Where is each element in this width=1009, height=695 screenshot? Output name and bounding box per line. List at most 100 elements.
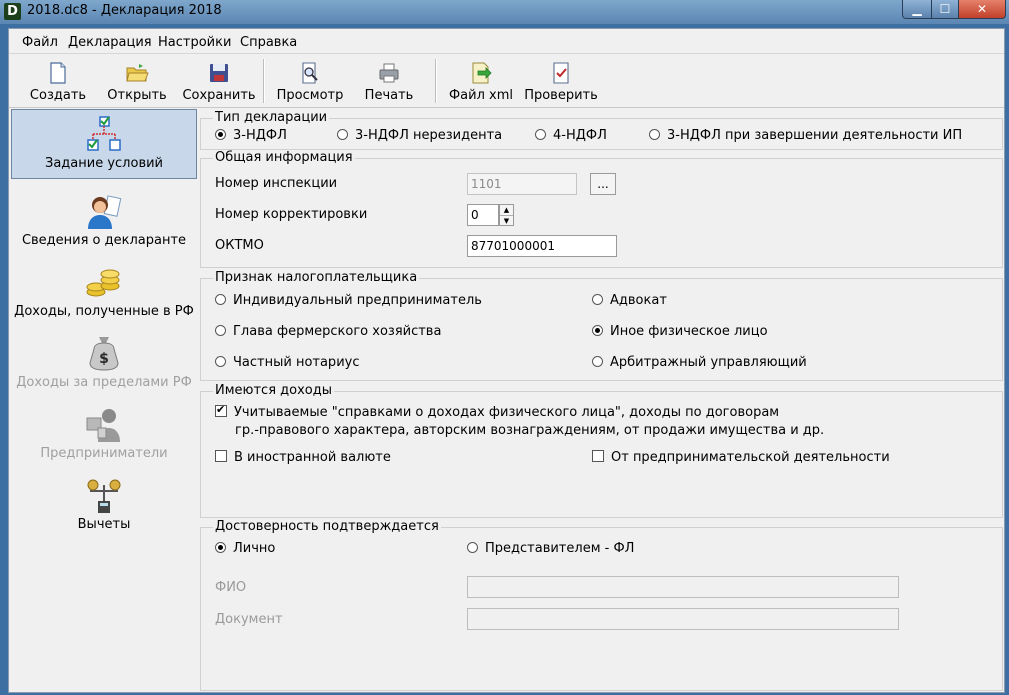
app-icon: D	[4, 3, 21, 20]
checkbox-business-income[interactable]: От предпринимательской деятельности	[592, 450, 890, 465]
nav-entrepreneurs[interactable]: Предприниматели	[11, 400, 197, 470]
print-button[interactable]: Печать	[357, 59, 421, 105]
radio-3ndfl[interactable]: 3-НДФЛ	[215, 128, 287, 143]
radio-icon	[337, 129, 348, 140]
save-button[interactable]: Сохранить	[181, 59, 257, 105]
group-title: Общая информация	[213, 150, 355, 165]
document-input	[467, 608, 899, 630]
preview-icon	[302, 62, 318, 84]
radio-individual-entrepreneur[interactable]: Индивидуальный предприниматель	[215, 293, 482, 308]
nav-income-abroad[interactable]: $ Доходы за пределами РФ	[11, 329, 197, 399]
group-title: Тип декларации	[213, 110, 330, 125]
nav-conditions[interactable]: Задание условий	[11, 109, 197, 179]
minimize-button[interactable]: ▁	[902, 0, 932, 19]
checkbox-icon	[215, 450, 227, 462]
radio-icon	[467, 542, 478, 553]
main-panel: Тип декларации 3-НДФЛ 3-НДФЛ нерезидента…	[200, 109, 1004, 692]
menu-file[interactable]: Файл	[22, 35, 58, 50]
radio-representative[interactable]: Представителем - ФЛ	[467, 541, 634, 556]
radio-4ndfl[interactable]: 4-НДФЛ	[535, 128, 607, 143]
export-xml-button[interactable]: Файл xml	[445, 59, 517, 105]
title-bar[interactable]: D 2018.dc8 - Декларация 2018	[0, 0, 1009, 24]
spin-up-icon[interactable]: ▲	[500, 205, 513, 216]
entrepreneur-icon	[86, 409, 120, 442]
group-title: Признак налогоплательщика	[213, 270, 420, 285]
menu-help[interactable]: Справка	[240, 35, 297, 50]
person-icon	[88, 195, 122, 229]
radio-selected-icon	[215, 129, 226, 140]
fio-label: ФИО	[215, 580, 247, 595]
checkbox-foreign-currency[interactable]: В иностранной валюте	[215, 450, 391, 465]
group-title: Имеются доходы	[213, 383, 334, 398]
close-button[interactable]: ✕	[958, 0, 1006, 19]
check-button[interactable]: Проверить	[523, 59, 599, 105]
checkbox-checked-icon	[215, 403, 227, 417]
radio-notary[interactable]: Частный нотариус	[215, 355, 359, 370]
radio-selected-icon	[215, 542, 226, 553]
fio-input	[467, 576, 899, 598]
radio-icon	[535, 129, 546, 140]
radio-3ndfl-ip-closing[interactable]: 3-НДФЛ при завершении деятельности ИП	[649, 128, 962, 143]
oktmo-label: ОКТМО	[215, 238, 264, 253]
correction-label: Номер корректировки	[215, 207, 368, 222]
radio-icon	[592, 294, 603, 305]
maximize-icon: ☐	[939, 2, 951, 16]
xml-export-icon	[472, 62, 492, 84]
toolbar: Создать Открыть Сохранить Просмотр Печат…	[9, 55, 1004, 108]
window-title: 2018.dc8 - Декларация 2018	[27, 3, 222, 18]
taxpayer-type-group: Признак налогоплательщика Индивидуальный…	[200, 270, 1003, 381]
checklist-icon	[553, 62, 569, 84]
menu-bar: Файл Декларация Настройки Справка	[9, 29, 1004, 54]
radio-arbitration-manager[interactable]: Арбитражный управляющий	[592, 355, 807, 370]
radio-farm-head[interactable]: Глава фермерского хозяйства	[215, 324, 441, 339]
correction-number-stepper[interactable]: 0	[467, 204, 499, 226]
app-client-area: Файл Декларация Настройки Справка Создат…	[8, 28, 1005, 693]
radio-other-individual[interactable]: Иное физическое лицо	[592, 324, 768, 339]
confirmation-group: Достоверность подтверждается Лично Предс…	[200, 519, 1003, 691]
checkbox-certified-incomes[interactable]: Учитываемые "справками о доходах физичес…	[215, 403, 779, 420]
toolbar-separator	[435, 59, 437, 103]
create-button[interactable]: Создать	[23, 59, 93, 105]
document-label: Документ	[215, 612, 283, 627]
new-document-icon	[50, 62, 66, 84]
radio-icon	[592, 356, 603, 367]
radio-3ndfl-nonresident[interactable]: 3-НДФЛ нерезидента	[337, 128, 502, 143]
open-button[interactable]: Открыть	[105, 59, 169, 105]
structure-tree-icon	[87, 116, 121, 151]
oktmo-input[interactable]: 87701000001	[467, 235, 617, 257]
close-icon: ✕	[976, 2, 988, 16]
correction-spin-buttons[interactable]: ▲ ▼	[499, 204, 514, 226]
minimize-icon: ▁	[912, 2, 922, 16]
incomes-group: Имеются доходы Учитываемые "справками о …	[200, 383, 1003, 518]
radio-icon	[215, 294, 226, 305]
svg-text:$: $	[99, 351, 109, 367]
inspection-label: Номер инспекции	[215, 176, 338, 191]
left-navigation: Задание условий Сведения о декларанте До…	[9, 109, 199, 692]
money-bag-icon: $	[89, 337, 119, 371]
preview-button[interactable]: Просмотр	[273, 59, 347, 105]
printer-icon	[379, 63, 399, 83]
group-title: Достоверность подтверждается	[213, 519, 441, 534]
nav-declarant[interactable]: Сведения о декларанте	[11, 187, 197, 257]
maximize-button[interactable]: ☐	[931, 0, 959, 19]
radio-icon	[215, 325, 226, 336]
checkbox-icon	[592, 450, 604, 462]
inspection-browse-button[interactable]: ...	[590, 173, 616, 195]
coins-icon	[86, 269, 120, 297]
inspection-number-input[interactable]: 1101	[467, 173, 577, 195]
radio-lawyer[interactable]: Адвокат	[592, 293, 667, 308]
open-folder-icon	[126, 64, 149, 82]
certified-incomes-line2: гр.-правового характера, авторским возна…	[235, 423, 825, 438]
nav-income-rf[interactable]: Доходы, полученные в РФ	[11, 258, 197, 328]
declaration-type-group: Тип декларации 3-НДФЛ 3-НДФЛ нерезидента…	[200, 110, 1003, 150]
floppy-disk-icon	[210, 64, 228, 82]
deductions-icon	[87, 479, 121, 513]
nav-deductions[interactable]: Вычеты	[11, 471, 197, 541]
radio-personally[interactable]: Лично	[215, 541, 275, 556]
general-info-group: Общая информация Номер инспекции 1101 ..…	[200, 150, 1003, 268]
menu-declaration[interactable]: Декларация	[68, 35, 152, 50]
menu-settings[interactable]: Настройки	[158, 35, 231, 50]
toolbar-separator	[263, 59, 265, 103]
radio-icon	[649, 129, 660, 140]
spin-down-icon[interactable]: ▼	[500, 216, 513, 226]
